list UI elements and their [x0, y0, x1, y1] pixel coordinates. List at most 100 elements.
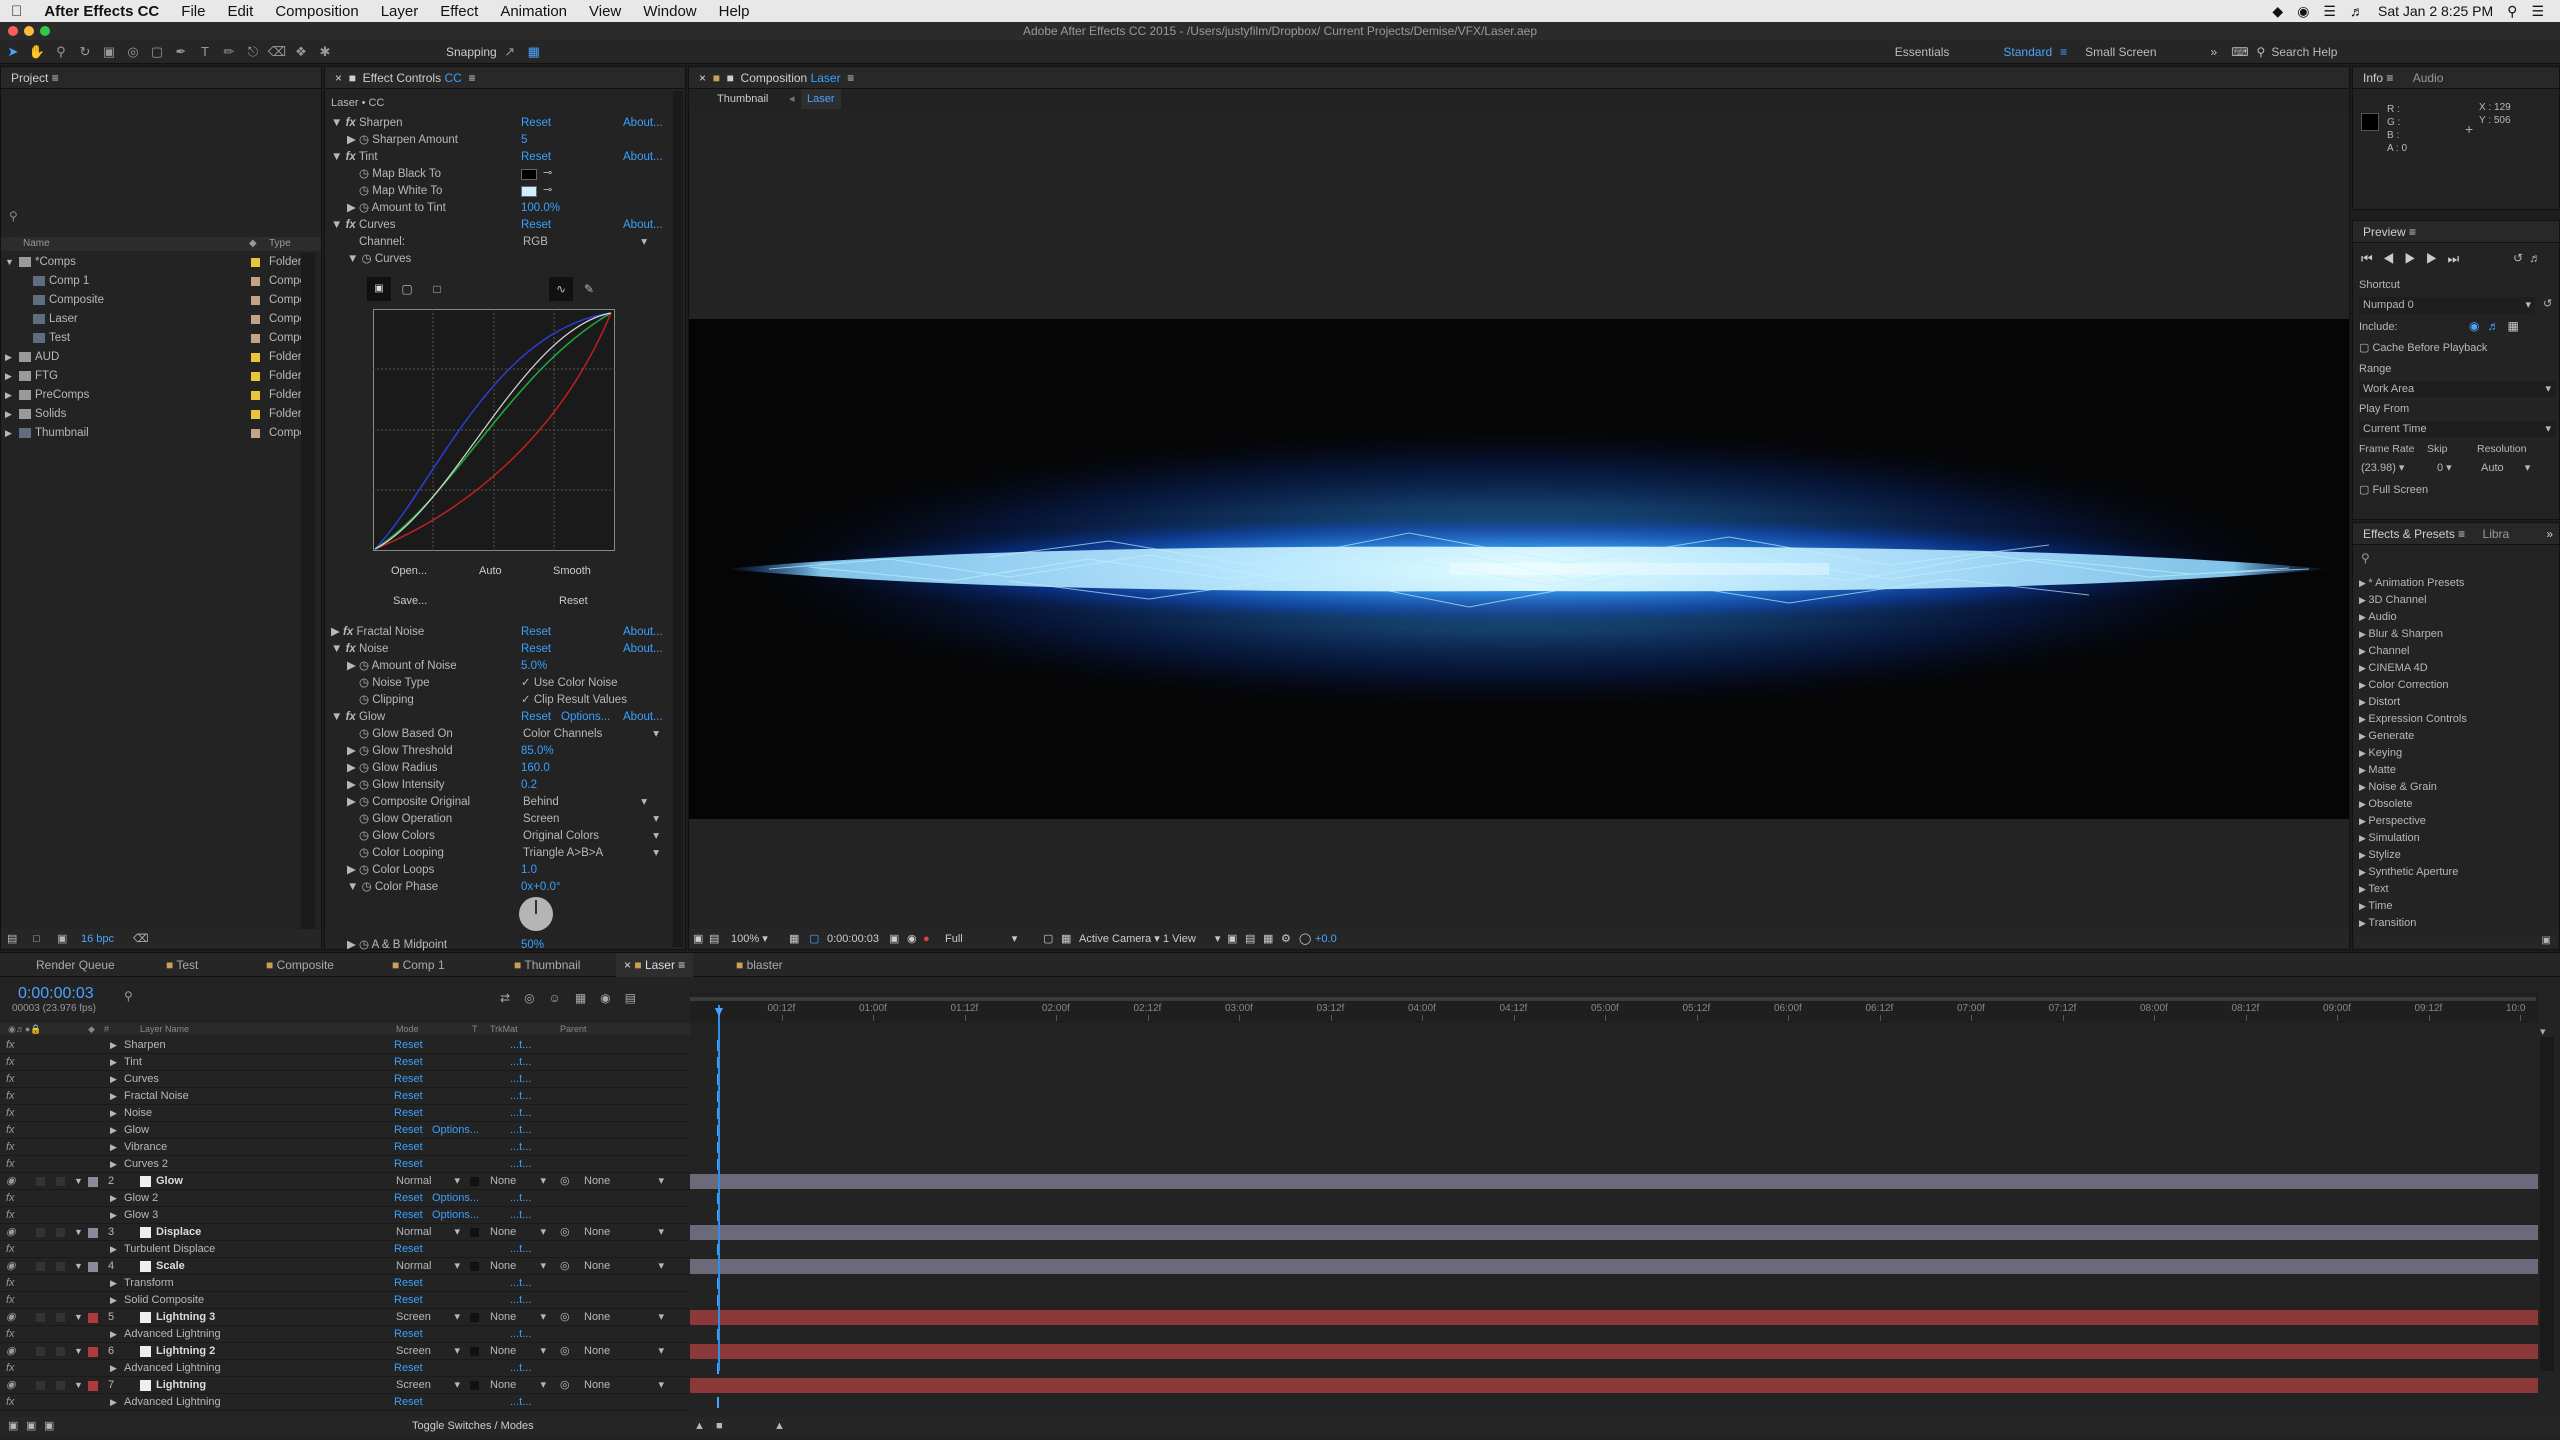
panel-menu-icon[interactable]: ≡ [2409, 225, 2416, 239]
bezier-tool-icon[interactable]: ∿ [549, 277, 573, 301]
search-help-input[interactable]: Search Help [2271, 45, 2337, 59]
twirl-arrow-icon[interactable]: ▶ [5, 348, 12, 367]
new-folder-icon[interactable]: □ [33, 929, 40, 949]
layer-duration-bar[interactable] [690, 1378, 2538, 1393]
delete-icon[interactable]: ⌫ [133, 929, 149, 949]
layer-row[interactable]: ◉ ▼ 7 Lightning Screen ▾ None ▾ ◎ None ▾ [0, 1377, 690, 1394]
effect-row-reset[interactable]: Reset [394, 1190, 423, 1207]
effect-row-keyframe-nav[interactable]: ...t... [510, 1394, 531, 1411]
layer-duration-bar[interactable] [690, 1174, 2538, 1189]
effect-row-keyframe-nav[interactable]: ...t... [510, 1292, 531, 1309]
menu-file[interactable]: File [170, 3, 216, 20]
toggle-pixel-icon[interactable]: ▣ [1227, 929, 1237, 949]
twirl-arrow-icon[interactable]: ▶ [110, 1241, 117, 1258]
twirl-arrow-icon[interactable]: ▶ [110, 1037, 117, 1054]
layer-mode-dropdown[interactable]: Normal ▾ [396, 1173, 460, 1190]
fx-switch-icon[interactable]: fx [6, 1105, 15, 1122]
tint-twirl[interactable]: ▼ fx Tint [331, 149, 378, 166]
layer-mode-dropdown[interactable]: Screen ▾ [396, 1309, 460, 1326]
col-layer-name[interactable]: Layer Name [140, 1023, 189, 1035]
effect-row-keyframe-nav[interactable]: ...t... [510, 1105, 531, 1122]
loop-icon[interactable]: ↺ [2513, 251, 2529, 265]
layer-row[interactable]: ◉ ▼ 2 Glow Normal ▾ None ▾ ◎ None ▾ [0, 1173, 690, 1190]
skip-dropdown[interactable]: 0 ▾ [2437, 461, 2452, 474]
rectangle-tool-icon[interactable]: ▢ [146, 43, 168, 61]
roi-icon[interactable]: ▢ [1043, 929, 1053, 949]
effect-row-keyframe-nav[interactable]: ...t... [510, 1071, 531, 1088]
sharpen-reset[interactable]: Reset [521, 115, 551, 132]
timeline-tab[interactable]: ■ Comp 1 [384, 953, 453, 977]
wifi-icon[interactable]: ☰ [2323, 3, 2336, 20]
show-snapshot-icon[interactable]: ◉ [907, 929, 917, 949]
zoom-dropdown[interactable]: 100% ▾ [731, 929, 768, 949]
effect-name-glow[interactable]: Glow [359, 711, 385, 723]
stopwatch-icon[interactable]: ◷ [359, 864, 369, 876]
twirl-arrow-icon[interactable]: ▶ [5, 424, 12, 443]
breadcrumb-laser[interactable]: Laser [801, 89, 841, 109]
effect-row[interactable]: fx ▶ Glow 3 Reset Options... ...t... [0, 1207, 690, 1224]
preset-category[interactable]: ▶ Simulation [2359, 830, 2420, 847]
more-panels-icon[interactable]: » [2546, 523, 2559, 544]
last-frame-icon[interactable]: ⏭ [2448, 251, 2470, 266]
effect-row-reset[interactable]: Reset [394, 1139, 423, 1156]
preview-resolution-dropdown[interactable]: Auto ▾ [2481, 461, 2530, 474]
map-white-swatch[interactable] [521, 186, 537, 197]
solo-switch[interactable] [36, 1177, 45, 1186]
comp-flowchart-icon[interactable]: ⇄ [500, 991, 524, 1005]
playhead-line[interactable] [718, 1005, 720, 1371]
layer-label-color[interactable] [88, 1347, 98, 1357]
panel-menu-icon[interactable]: ≡ [2386, 71, 2393, 85]
solo-switch[interactable] [36, 1381, 45, 1390]
menu-help[interactable]: Help [708, 3, 761, 20]
layer-label-color[interactable] [88, 1313, 98, 1323]
fx-switch-icon[interactable]: ◉ [6, 1377, 16, 1394]
comp-viewer-canvas[interactable] [689, 319, 2349, 819]
preset-category[interactable]: ▶ Obsolete [2359, 796, 2412, 813]
effect-row-reset[interactable]: Reset [394, 1122, 423, 1139]
pick-whip-icon[interactable]: ◎ [560, 1224, 570, 1241]
stopwatch-icon[interactable]: ◷ [359, 202, 369, 214]
fx-switch-icon[interactable]: ◉ [6, 1309, 16, 1326]
zoom-window-button[interactable] [40, 26, 50, 36]
clip-result-checkbox[interactable]: ✓ Clip Result Values [521, 692, 627, 709]
timeline-tab[interactable]: Render Queue [28, 953, 123, 977]
solo-switch[interactable] [36, 1228, 45, 1237]
libraries-tab[interactable]: Libra [2483, 527, 2510, 541]
preset-category[interactable]: ▶ Keying [2359, 745, 2402, 762]
timeline-scrollbar[interactable] [2540, 1037, 2554, 1371]
eyedropper-icon[interactable]: ⊸ [543, 183, 552, 196]
preset-category[interactable]: ▶ Audio [2359, 609, 2397, 626]
effect-row-reset[interactable]: Reset [394, 1071, 423, 1088]
graph-editor-icon[interactable]: ▤ [625, 991, 650, 1005]
fx-switch-icon[interactable]: fx [6, 1207, 15, 1224]
parent-dropdown[interactable]: None ▾ [584, 1224, 664, 1241]
layer-label-color[interactable] [88, 1262, 98, 1272]
zoom-in-icon[interactable]: ▲ [774, 1417, 785, 1435]
stopwatch-icon[interactable]: ◷ [359, 813, 369, 825]
expand-modes-icon[interactable]: ▣ [26, 1417, 36, 1435]
col-type[interactable]: Type [269, 237, 291, 251]
preset-category[interactable]: ▶ Generate [2359, 728, 2414, 745]
trkmat-dropdown[interactable]: None ▾ [490, 1258, 546, 1275]
twirl-arrow-icon[interactable]: ▶ [5, 405, 12, 424]
layer-duration-bar[interactable] [690, 1259, 2538, 1274]
trkmat-dropdown[interactable]: None ▾ [490, 1224, 546, 1241]
twirl-arrow-icon[interactable]: ▶ [5, 367, 12, 386]
layer-mode-dropdown[interactable]: Normal ▾ [396, 1258, 460, 1275]
preset-category[interactable]: ▶ CINEMA 4D [2359, 660, 2428, 677]
layer-row[interactable]: ◉ ▼ 5 Lightning 3 Screen ▾ None ▾ ◎ None ▾ [0, 1309, 690, 1326]
effect-row-keyframe-nav[interactable]: ...t... [510, 1275, 531, 1292]
solo-switch[interactable] [36, 1262, 45, 1271]
workspace-standard[interactable]: Standard [2003, 45, 2052, 59]
preserve-transparency-checkbox[interactable] [470, 1177, 479, 1186]
effect-row-reset[interactable]: Reset [394, 1037, 423, 1054]
preset-category[interactable]: ▶ Expression Controls [2359, 711, 2467, 728]
menu-edit[interactable]: Edit [216, 3, 264, 20]
glow-intensity-value[interactable]: 0.2 [521, 777, 537, 794]
dropbox-icon[interactable]: ◆ [2272, 3, 2283, 20]
stopwatch-icon[interactable]: ◷ [359, 185, 369, 197]
effect-row[interactable]: fx ▶ Advanced Lightning Reset ...t... [0, 1360, 690, 1377]
glow-threshold-value[interactable]: 85.0% [521, 743, 554, 760]
twirl-arrow-icon[interactable]: ▶ [110, 1122, 117, 1139]
sharpen-amount-value[interactable]: 5 [521, 132, 527, 149]
